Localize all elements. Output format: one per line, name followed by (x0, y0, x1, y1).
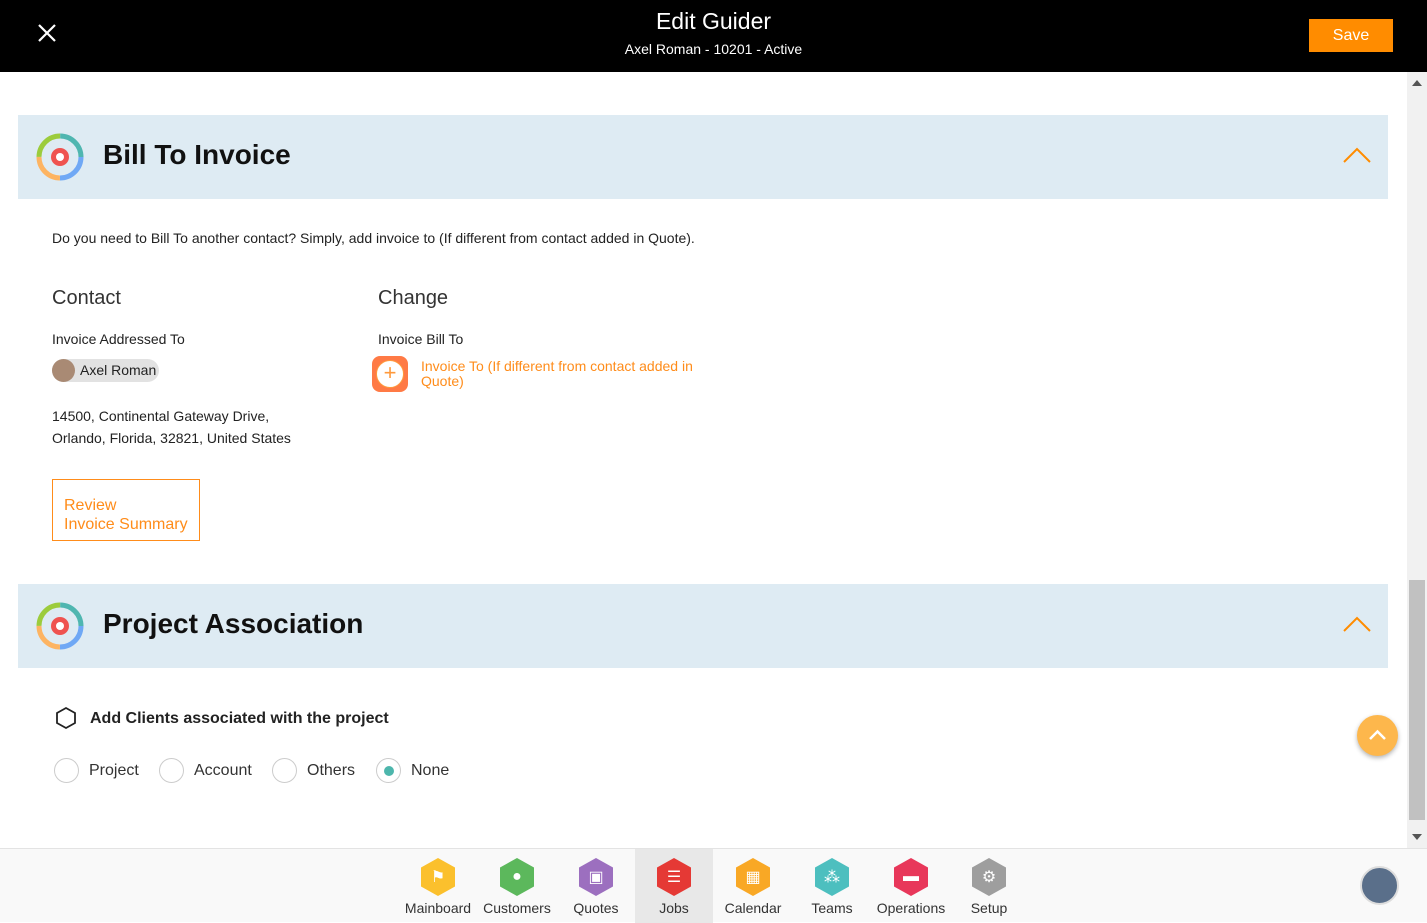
briefcase-icon: ▬ (894, 858, 928, 896)
address-line1: 14500, Continental Gateway Drive, (52, 408, 270, 424)
address-line2: Orlando, Florida, 32821, United States (52, 430, 291, 446)
page-subtitle: Axel Roman - 10201 - Active (624, 41, 803, 57)
bill-intro: Do you need to Bill To another contact? … (52, 230, 695, 246)
scrollbar-thumb[interactable] (1409, 580, 1425, 820)
gear-icon: ⚙ (972, 858, 1006, 896)
chevron-up-icon[interactable] (1342, 145, 1372, 165)
mainboard-icon: ⚑ (421, 858, 455, 896)
radio-label: None (411, 761, 450, 779)
nav-teams[interactable]: ⁂ Teams (793, 849, 871, 923)
section-title: Project Association (103, 608, 364, 639)
user-avatar[interactable] (1360, 866, 1399, 905)
jobs-list-icon: ☰ (657, 858, 691, 896)
radio-project[interactable]: Project (54, 758, 139, 783)
nav-label: Teams (811, 900, 853, 916)
nav-label: Calendar (724, 900, 782, 916)
bill-to-label: Invoice Bill To (378, 331, 464, 347)
nav-label: Setup (970, 900, 1008, 916)
top-bar: Edit Guider Axel Roman - 10201 - Active … (0, 0, 1427, 72)
radio-none[interactable]: None (376, 758, 449, 783)
nav-calendar[interactable]: ▦ Calendar (714, 849, 792, 923)
nav-label: Mainboard (404, 900, 472, 916)
bottom-nav: ⚑ Mainboard ● Customers ▣ Quotes ☰ Jobs ▦ Cal… (0, 848, 1427, 923)
nav-operations[interactable]: ▬ Operations (872, 849, 950, 923)
contact-name: Axel Roman (80, 362, 157, 378)
radio-circle[interactable] (272, 758, 297, 783)
radio-circle[interactable] (159, 758, 184, 783)
calendar-icon: ▦ (736, 858, 770, 896)
nav-jobs[interactable]: ☰ Jobs (635, 849, 713, 923)
save-button[interactable]: Save (1309, 19, 1393, 52)
contact-heading: Contact (52, 287, 121, 309)
nav-mainboard[interactable]: ⚑ Mainboard (399, 849, 477, 923)
teams-icon: ⁂ (815, 858, 849, 896)
add-clients-label: Add Clients associated with the project (90, 710, 389, 727)
project-association-header[interactable]: Project Association (18, 584, 1388, 668)
radio-others[interactable]: Others (272, 758, 355, 783)
hexagon-icon (56, 706, 76, 730)
add-invoice-link[interactable]: Invoice To (If different from contact ad… (421, 359, 701, 389)
chevron-up-icon[interactable] (1342, 614, 1372, 634)
scrollbar[interactable] (1407, 72, 1427, 848)
page-title: Edit Guider (655, 8, 772, 34)
settings-cycle-icon (36, 133, 84, 181)
review-line1: Review (64, 497, 117, 514)
nav-label: Jobs (659, 900, 689, 916)
radio-label: Project (89, 761, 139, 779)
bill-to-invoice-header[interactable]: Bill To Invoice (18, 115, 1388, 199)
add-invoice-button[interactable]: + (372, 356, 408, 392)
quotes-icon: ▣ (579, 858, 613, 896)
contact-chip[interactable]: Axel Roman (52, 359, 159, 382)
radio-circle-selected[interactable] (376, 758, 401, 783)
scroll-up-icon[interactable] (1412, 80, 1422, 86)
review-line2: Invoice Summary (64, 516, 188, 533)
radio-label: Account (194, 761, 252, 779)
change-heading: Change (378, 287, 449, 309)
nav-label: Customers (483, 900, 551, 916)
settings-cycle-icon (36, 602, 84, 650)
plus-icon: + (376, 360, 404, 388)
nav-label: Quotes (573, 900, 619, 916)
section-title: Bill To Invoice (103, 139, 291, 170)
nav-quotes[interactable]: ▣ Quotes (557, 849, 635, 923)
review-invoice-summary-button[interactable]: Review Invoice Summary (52, 479, 200, 541)
radio-circle[interactable] (54, 758, 79, 783)
customer-icon: ● (500, 858, 534, 896)
nav-customers[interactable]: ● Customers (478, 849, 556, 923)
scroll-top-button[interactable] (1357, 715, 1398, 756)
chevron-up-icon (1369, 729, 1386, 740)
radio-label: Others (307, 761, 356, 779)
radio-account[interactable]: Account (159, 758, 252, 783)
nav-setup[interactable]: ⚙ Setup (950, 849, 1028, 923)
addressed-label: Invoice Addressed To (52, 331, 185, 347)
scroll-down-icon[interactable] (1412, 834, 1422, 840)
avatar (52, 359, 75, 382)
nav-label: Operations (876, 900, 946, 916)
